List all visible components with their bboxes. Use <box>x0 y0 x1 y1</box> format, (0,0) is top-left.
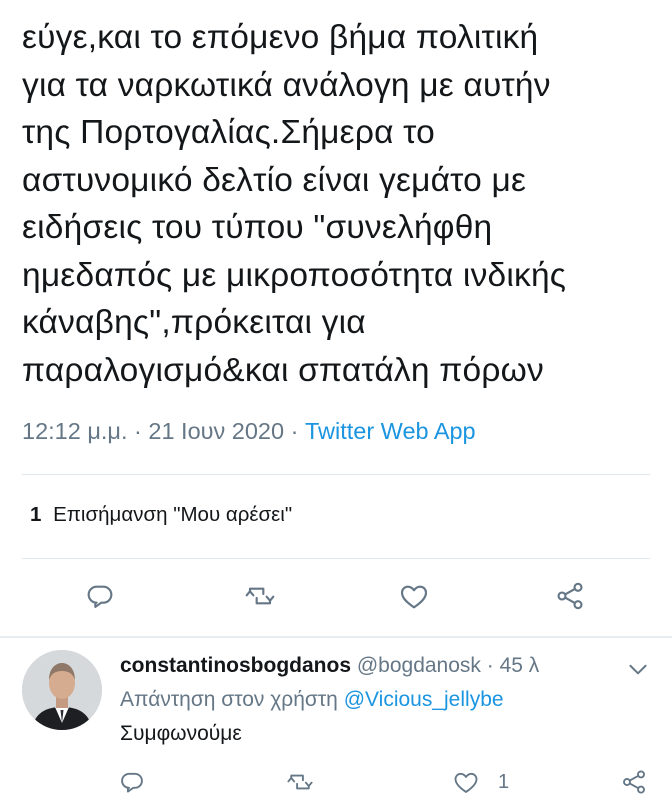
meta-separator: · <box>486 654 494 677</box>
retweet-button[interactable] <box>240 576 280 616</box>
tweet-date[interactable]: 21 Ιουν 2020 <box>148 418 284 444</box>
replying-prefix: Απάντηση στον χρήστη <box>120 688 338 711</box>
divider <box>22 558 650 559</box>
tweet-source-link[interactable]: Twitter Web App <box>305 418 476 444</box>
tweet-time[interactable]: 12:12 μ.μ. <box>22 418 127 444</box>
like-count: 1 <box>30 503 42 526</box>
tweet-text: εύγε,και το επόμενο βήμα πολιτική για τα… <box>22 14 662 394</box>
reply-like-button[interactable]: 1 <box>452 764 509 800</box>
meta-separator: · <box>290 418 299 444</box>
like-button[interactable] <box>394 576 434 616</box>
retweet-icon <box>245 587 275 605</box>
reply-handle[interactable]: @bogdanosk <box>357 654 481 677</box>
reply-icon <box>121 772 143 793</box>
tweet-text-line: ημεδαπός με μικροποσότητα ινδικής <box>22 256 567 294</box>
replying-to: Απάντηση στον χρήστη @Vicious_jellybe <box>120 688 504 712</box>
reply-time[interactable]: 45 λ <box>500 654 540 677</box>
retweet-icon <box>287 774 313 790</box>
reply-share-button[interactable] <box>620 764 648 800</box>
like-label: Επισήμανση "Μου αρέσει" <box>53 503 293 526</box>
like-icon <box>454 772 478 793</box>
reply-text: Συμφωνούμε <box>120 722 242 745</box>
reply-display-name[interactable]: constantinosbogdanos <box>120 654 351 677</box>
tweet-text-line: εύγε,και το επόμενο βήμα πολιτική <box>22 19 539 56</box>
share-button[interactable] <box>550 576 590 616</box>
like-icon <box>400 585 428 609</box>
section-divider <box>0 636 672 638</box>
chevron-down-icon[interactable] <box>625 656 651 682</box>
tweet-text-line: ειδήσεις του τύπου "συνελήφθη <box>22 209 493 246</box>
reply-like-count: 1 <box>498 770 510 793</box>
tweet-actions <box>0 576 672 616</box>
tweet-text-line: αστυνομικό δελτίο είναι γεμάτο με <box>22 161 527 199</box>
reply-header: constantinosbogdanos @bogdanosk · 45 λ <box>120 654 539 678</box>
replying-to-mention[interactable]: @Vicious_jellybe <box>344 688 504 711</box>
reply-icon <box>87 585 113 608</box>
tweet-text-line: για τα ναρκωτικά ανάλογη με αυτήν <box>22 66 551 104</box>
avatar[interactable] <box>22 650 102 730</box>
tweet-text-line: κάναβης",πρόκειται για <box>22 304 366 341</box>
likes-summary[interactable]: 1 Επισήμανση "Μου αρέσει" <box>30 503 292 527</box>
divider <box>22 474 650 475</box>
share-icon <box>623 770 645 794</box>
meta-separator: · <box>134 418 142 444</box>
tweet-meta: 12:12 μ.μ. · 21 Ιουν 2020 · Twitter Web … <box>22 418 476 445</box>
reply-retweet-button[interactable] <box>286 764 314 800</box>
share-icon <box>557 582 583 610</box>
reply-reply-button[interactable] <box>118 764 146 800</box>
tweet-text-line: της Πορτογαλίας.Σήμερα το <box>22 114 435 151</box>
reply-button[interactable] <box>80 576 120 616</box>
reply-actions: 1 <box>0 764 672 800</box>
tweet-text-line: παραλογισμό&και σπατάλη πόρων <box>22 351 544 389</box>
